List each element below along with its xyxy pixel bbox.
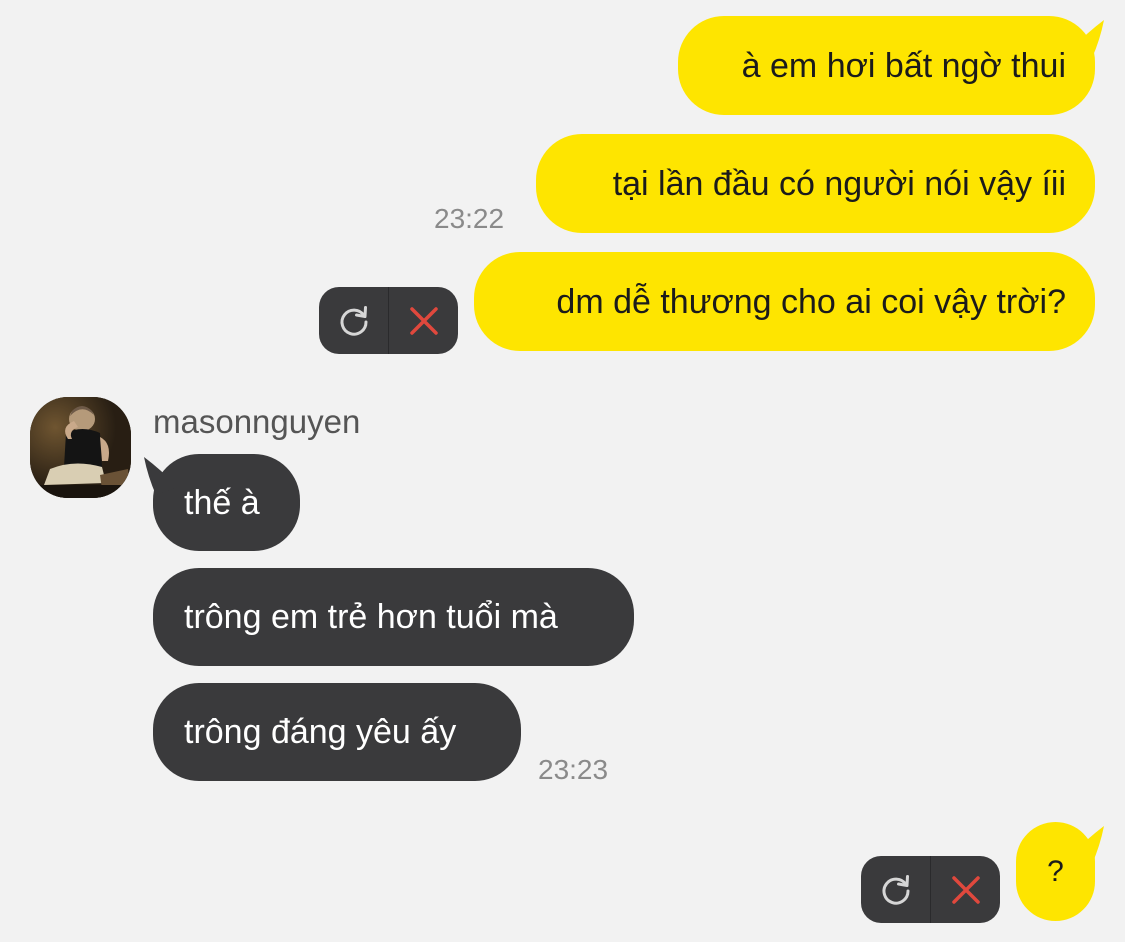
delete-button[interactable] — [931, 856, 1000, 923]
resend-button[interactable] — [861, 856, 930, 923]
failed-message-actions — [319, 287, 458, 354]
avatar-photo — [30, 397, 131, 498]
message-text: thế à — [184, 483, 260, 522]
message-text: trông em trẻ hơn tuổi mà — [184, 598, 558, 636]
sender-name: masonnguyen — [153, 403, 361, 440]
outgoing-message[interactable]: à em hơi bất ngờ thui — [678, 16, 1095, 115]
incoming-message[interactable]: trông đáng yêu ấy — [153, 683, 521, 781]
incoming-message[interactable]: trông em trẻ hơn tuổi mà — [153, 568, 634, 666]
close-icon — [951, 875, 980, 904]
message-timestamp: 23:22 — [434, 203, 505, 234]
bubble-tail — [144, 457, 178, 495]
failed-message-actions — [861, 856, 1000, 923]
message-text: tại lần đầu có người nói vậy íii — [612, 164, 1066, 203]
delete-button[interactable] — [389, 287, 458, 354]
avatar[interactable] — [30, 397, 131, 498]
outgoing-message-failed[interactable]: dm dễ thương cho ai coi vậy trời? — [474, 252, 1095, 351]
close-icon — [409, 306, 438, 335]
message-timestamp: 23:23 — [538, 754, 609, 785]
bubble-tail — [1070, 20, 1104, 58]
message-text: dm dễ thương cho ai coi vậy trời? — [556, 282, 1066, 321]
message-text: trông đáng yêu ấy — [184, 713, 457, 751]
refresh-icon — [340, 305, 368, 336]
refresh-icon — [882, 874, 910, 905]
message-text: ? — [1047, 854, 1064, 888]
outgoing-message[interactable]: tại lần đầu có người nói vậy íii — [536, 134, 1095, 233]
message-text: à em hơi bất ngờ thui — [741, 46, 1066, 85]
resend-button[interactable] — [319, 287, 388, 354]
bubble-tail — [1070, 826, 1104, 864]
